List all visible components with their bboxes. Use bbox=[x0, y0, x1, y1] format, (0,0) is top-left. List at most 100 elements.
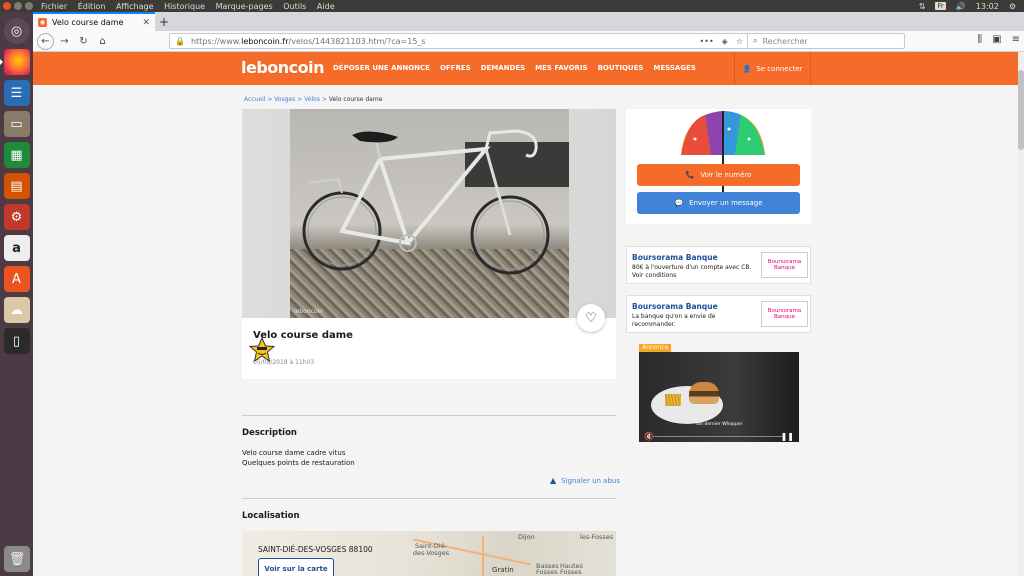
back-button[interactable]: ← bbox=[37, 32, 54, 50]
close-window-icon[interactable] bbox=[3, 2, 11, 10]
system-settings-icon[interactable]: ⚙ bbox=[3, 204, 30, 230]
pause-icon[interactable]: ❚❚ bbox=[781, 432, 794, 441]
nav-boutiques[interactable]: BOUTIQUES bbox=[598, 64, 644, 72]
menu-affichage[interactable]: Affichage bbox=[116, 2, 154, 11]
report-abuse-link[interactable]: ▲ Signaler un abus bbox=[550, 476, 620, 485]
promo-title[interactable]: Boursorama Banque bbox=[632, 253, 718, 262]
keyboard-layout-badge[interactable]: Fr bbox=[935, 2, 946, 10]
trash-icon[interactable]: 🗑 bbox=[4, 546, 30, 572]
section-divider bbox=[242, 415, 616, 416]
weather-icon[interactable]: ☁ bbox=[3, 297, 30, 323]
site-logo[interactable]: leboncoin bbox=[241, 58, 325, 77]
sidebar-icon[interactable]: ▣ bbox=[992, 34, 1001, 45]
firefox-icon[interactable] bbox=[0, 49, 30, 75]
nav-mes-favoris[interactable]: MES FAVORIS bbox=[535, 64, 587, 72]
menu-marque-pages[interactable]: Marque-pages bbox=[216, 2, 273, 11]
power-gear-icon[interactable]: ⚙ bbox=[1009, 2, 1016, 11]
nav-offres[interactable]: OFFRES bbox=[440, 64, 471, 72]
photo-gallery[interactable]: leboncoin bbox=[242, 109, 616, 318]
menu-edition[interactable]: Édition bbox=[78, 2, 106, 11]
reload-button[interactable]: ↻ bbox=[75, 33, 92, 50]
new-tab-button[interactable]: + bbox=[155, 12, 173, 31]
breadcrumb-separator: > bbox=[295, 96, 305, 103]
home-button[interactable]: ⌂ bbox=[94, 33, 111, 50]
video-advertisement[interactable]: Annonce Ton dernier Whopper 🔇 ❚❚ bbox=[639, 344, 799, 442]
menu-fichier[interactable]: Fichier bbox=[41, 2, 67, 11]
promo-text: La banque qu'on a envie de recommander. bbox=[632, 313, 716, 328]
clock[interactable]: 13:02 bbox=[976, 2, 999, 11]
report-abuse-label: Signaler un abus bbox=[561, 476, 620, 485]
location-map[interactable]: SAINT-DIÉ-DES-VOSGES 88100 Voir sur la c… bbox=[242, 531, 616, 576]
warning-icon: ▲ bbox=[550, 476, 557, 485]
phone-icon: 📞 bbox=[685, 171, 695, 179]
boursorama-logo[interactable]: Boursorama Banque bbox=[761, 252, 808, 278]
bike-photo[interactable]: leboncoin bbox=[290, 109, 569, 318]
url-path: /velos/1443821103.htm/?ca=15_s bbox=[288, 36, 426, 46]
umbrella-sticker-icon bbox=[681, 111, 765, 201]
url-bar[interactable]: 🔒 https://www. leboncoin.fr/velos/1443821… bbox=[169, 33, 749, 49]
lock-icon[interactable]: 🔒 bbox=[175, 37, 185, 46]
libreoffice-calc-icon[interactable]: ▦ bbox=[3, 142, 30, 168]
boursorama-logo[interactable]: Boursorama Banque bbox=[761, 301, 808, 327]
promo-title[interactable]: Boursorama Banque bbox=[632, 302, 718, 311]
breadcrumb-vosges[interactable]: Vosges bbox=[274, 96, 295, 103]
forward-button[interactable]: → bbox=[56, 33, 73, 50]
libreoffice-writer-icon[interactable]: ☰ bbox=[3, 80, 30, 106]
favorite-heart-button[interactable]: ♡ bbox=[577, 304, 605, 332]
menu-historique[interactable]: Historique bbox=[164, 2, 205, 11]
view-map-button[interactable]: Voir sur la carte bbox=[258, 558, 334, 576]
breadcrumb-velos[interactable]: Vélos bbox=[304, 96, 320, 103]
show-phone-label: Voir le numéro bbox=[700, 171, 752, 179]
menu-outils[interactable]: Outils bbox=[283, 2, 306, 11]
breadcrumb: Accueil > Vosges > Vélos > Velo course d… bbox=[244, 96, 382, 103]
send-message-button[interactable]: 💬 Envoyer un message bbox=[637, 192, 800, 214]
map-label: Hautes Fosses bbox=[560, 562, 583, 576]
volume-icon[interactable]: 🔊 bbox=[956, 2, 966, 11]
page-scrollbar-thumb[interactable] bbox=[1018, 70, 1024, 150]
leboncoin-favicon-icon: ◉ bbox=[38, 18, 47, 27]
nav-messages[interactable]: MESSAGES bbox=[653, 64, 696, 72]
library-icon[interactable]: ⫼ bbox=[978, 34, 983, 45]
map-label: Gratin bbox=[492, 566, 514, 574]
url-actions: ••• ◈ ☆ bbox=[700, 37, 743, 46]
mute-icon[interactable]: 🔇 bbox=[644, 432, 654, 441]
indicators: ⇅ Fr 🔊 13:02 ⚙ bbox=[919, 2, 1016, 11]
video-player[interactable]: Ton dernier Whopper 🔇 ❚❚ bbox=[639, 352, 799, 442]
show-phone-button[interactable]: 📞 Voir le numéro bbox=[637, 164, 800, 186]
message-icon: 💬 bbox=[674, 199, 684, 207]
promo-card[interactable]: Boursorama Banque 80€ à l'ouverture d'un… bbox=[626, 246, 811, 284]
ad-label: Annonce bbox=[639, 344, 672, 352]
network-arrows-icon[interactable]: ⇅ bbox=[919, 2, 926, 11]
bookmark-star-icon[interactable]: ☆ bbox=[736, 37, 743, 46]
description-title: Description bbox=[242, 428, 297, 438]
login-button[interactable]: 👤 Se connecter bbox=[734, 52, 811, 85]
terminal-icon[interactable]: ▯ bbox=[3, 328, 30, 354]
search-bar[interactable]: ⌕ Rechercher bbox=[747, 33, 905, 49]
ubuntu-dash-icon[interactable]: ◎ bbox=[3, 18, 30, 44]
maximize-window-icon[interactable] bbox=[25, 2, 33, 10]
files-icon[interactable]: ▭ bbox=[3, 111, 30, 137]
minimize-window-icon[interactable] bbox=[14, 2, 22, 10]
libreoffice-impress-icon[interactable]: ▤ bbox=[3, 173, 30, 199]
toolbar-right: ⫼ ▣ ≡ bbox=[978, 34, 1020, 45]
close-tab-icon[interactable]: ✕ bbox=[142, 18, 150, 28]
hamburger-menu-icon[interactable]: ≡ bbox=[1012, 34, 1020, 45]
software-center-icon[interactable]: A bbox=[3, 266, 30, 292]
page-actions-icon[interactable]: ••• bbox=[700, 37, 714, 46]
promo-card[interactable]: Boursorama Banque La banque qu'on a envi… bbox=[626, 295, 811, 333]
breadcrumb-separator: > bbox=[319, 96, 329, 103]
nav-demandes[interactable]: DEMANDES bbox=[481, 64, 525, 72]
tab-title: Velo course dame bbox=[52, 18, 124, 27]
browser-tab[interactable]: ◉ Velo course dame ✕ bbox=[33, 12, 155, 31]
app-menu: Fichier Édition Affichage Historique Mar… bbox=[41, 2, 343, 11]
site-nav: DÉPOSER UNE ANNONCE OFFRES DEMANDES MES … bbox=[333, 64, 696, 72]
ad-header-card: Velo course dame 05/08/2018 à 11h03 bbox=[242, 318, 616, 379]
pocket-icon[interactable]: ◈ bbox=[722, 37, 728, 46]
breadcrumb-accueil[interactable]: Accueil bbox=[244, 96, 265, 103]
browser-tab-bar: ◉ Velo course dame ✕ + bbox=[33, 12, 1024, 31]
menu-aide[interactable]: Aide bbox=[317, 2, 335, 11]
nav-deposer-annonce[interactable]: DÉPOSER UNE ANNONCE bbox=[333, 64, 430, 72]
video-fries bbox=[665, 394, 681, 406]
amazon-icon[interactable]: a bbox=[3, 235, 30, 261]
video-caption: Ton dernier Whopper bbox=[695, 422, 743, 427]
